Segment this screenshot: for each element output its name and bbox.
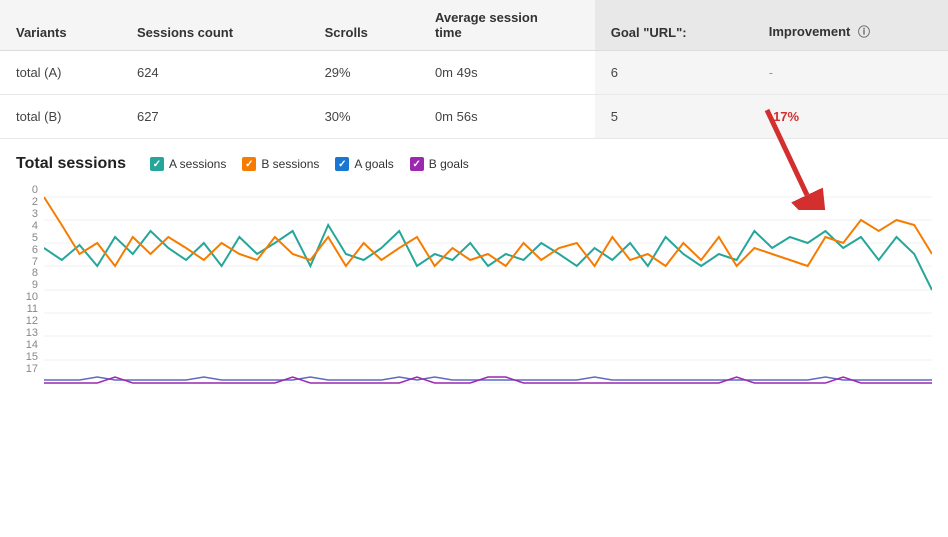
y-label-9: 9 bbox=[16, 280, 38, 291]
sessions-count-b-cell: 627 bbox=[121, 95, 309, 139]
variant-a-cell: total (A) bbox=[0, 51, 121, 95]
sessions-count-header: Sessions count bbox=[121, 0, 309, 51]
variant-b-cell: total (B) bbox=[0, 95, 121, 139]
y-label-8: 8 bbox=[16, 268, 38, 279]
b-sessions-checkbox[interactable]: ✓ bbox=[242, 157, 256, 171]
scrolls-b-cell: 30% bbox=[309, 95, 419, 139]
chart-svg bbox=[44, 185, 932, 395]
a-goals-checkbox[interactable]: ✓ bbox=[335, 157, 349, 171]
chart-legend: ✓ A sessions ✓ B sessions ✓ A goals ✓ B … bbox=[150, 157, 469, 171]
data-table-section: Variants Sessions count Scrolls Average … bbox=[0, 0, 948, 139]
a-sessions-label: A sessions bbox=[169, 157, 226, 171]
chart-section: Total sessions ✓ A sessions ✓ B sessions… bbox=[0, 139, 948, 415]
y-label-5: 5 bbox=[16, 233, 38, 244]
y-label-7: 7 bbox=[16, 257, 38, 268]
avg-session-time-header: Average sessiontime bbox=[419, 0, 595, 51]
b-goals-label: B goals bbox=[429, 157, 469, 171]
y-label-4: 4 bbox=[16, 221, 38, 232]
legend-a-sessions[interactable]: ✓ A sessions bbox=[150, 157, 226, 171]
variants-header: Variants bbox=[0, 0, 121, 51]
b-sessions-line bbox=[44, 197, 932, 266]
improvement-a-cell: - bbox=[753, 51, 948, 95]
improvement-b-cell: -17% bbox=[753, 95, 948, 139]
table-row: total (B) 627 30% 0m 56s 5 -17% bbox=[0, 95, 948, 139]
legend-b-sessions[interactable]: ✓ B sessions bbox=[242, 157, 319, 171]
goal-url-b-cell: 5 bbox=[595, 95, 753, 139]
sessions-count-a-cell: 624 bbox=[121, 51, 309, 95]
avg-time-b-cell: 0m 56s bbox=[419, 95, 595, 139]
y-axis-labels: 17 15 14 13 12 11 10 9 8 7 6 5 4 3 2 0 bbox=[16, 185, 38, 395]
y-label-17: 17 bbox=[16, 364, 38, 375]
a-goals-label: A goals bbox=[354, 157, 393, 171]
improvement-header: Improvement ⓘ bbox=[753, 0, 948, 51]
avg-time-a-cell: 0m 49s bbox=[419, 51, 595, 95]
scrolls-a-cell: 29% bbox=[309, 51, 419, 95]
y-label-14: 14 bbox=[16, 340, 38, 351]
chart-container: 17 15 14 13 12 11 10 9 8 7 6 5 4 3 2 0 bbox=[16, 185, 932, 415]
a-sessions-line bbox=[44, 225, 932, 290]
a-sessions-checkbox[interactable]: ✓ bbox=[150, 157, 164, 171]
table-row: total (A) 624 29% 0m 49s 6 - bbox=[0, 51, 948, 95]
y-label-15: 15 bbox=[16, 352, 38, 363]
y-label-11: 11 bbox=[16, 304, 38, 315]
y-label-6: 6 bbox=[16, 245, 38, 256]
y-label-10: 10 bbox=[16, 292, 38, 303]
y-label-0: 0 bbox=[16, 185, 38, 196]
legend-b-goals[interactable]: ✓ B goals bbox=[410, 157, 469, 171]
info-icon[interactable]: ⓘ bbox=[858, 25, 870, 39]
y-label-13: 13 bbox=[16, 328, 38, 339]
y-label-2: 2 bbox=[16, 197, 38, 208]
legend-a-goals[interactable]: ✓ A goals bbox=[335, 157, 393, 171]
goal-url-a-cell: 6 bbox=[595, 51, 753, 95]
chart-title: Total sessions bbox=[16, 155, 126, 173]
b-goals-checkbox[interactable]: ✓ bbox=[410, 157, 424, 171]
chart-header: Total sessions ✓ A sessions ✓ B sessions… bbox=[16, 155, 932, 173]
y-label-3: 3 bbox=[16, 209, 38, 220]
b-sessions-label: B sessions bbox=[261, 157, 319, 171]
goal-url-header: Goal "URL": bbox=[595, 0, 753, 51]
scrolls-header: Scrolls bbox=[309, 0, 419, 51]
y-label-12: 12 bbox=[16, 316, 38, 327]
variants-table: Variants Sessions count Scrolls Average … bbox=[0, 0, 948, 139]
